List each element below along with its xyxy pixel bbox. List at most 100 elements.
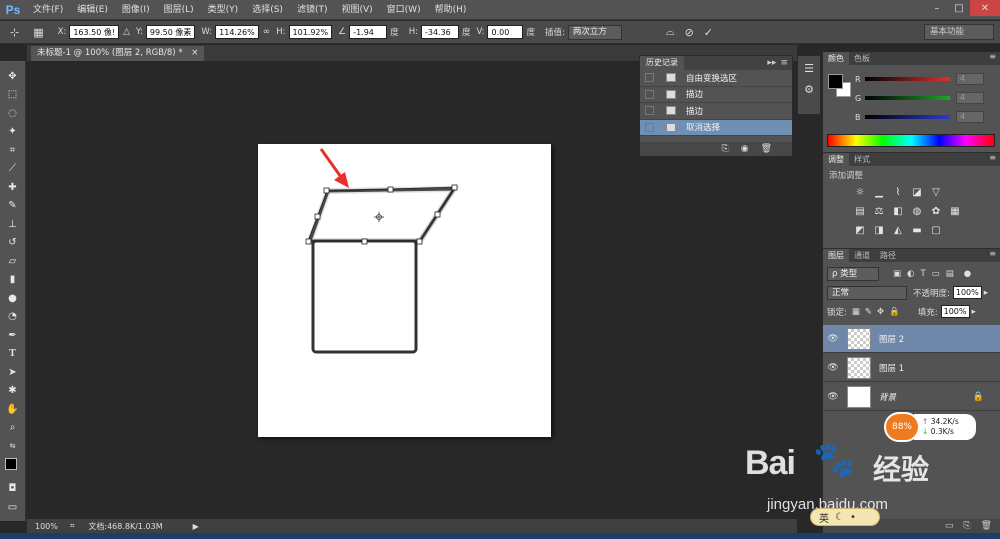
filter-smart-icon[interactable]: ▤ (946, 269, 954, 279)
history-snapshot-checkbox[interactable] (645, 106, 654, 116)
fill-dropdown-icon[interactable]: ▸ (972, 307, 976, 317)
history-snapshot-checkbox[interactable] (645, 89, 654, 99)
layer-name[interactable]: 图层 1 (879, 362, 904, 374)
close-button[interactable]: ✕ (970, 0, 1000, 16)
lock-transparent-icon[interactable]: ▦ (852, 307, 860, 317)
red-track[interactable] (865, 77, 950, 81)
filter-type-icon[interactable]: T (920, 269, 925, 279)
move-tool-icon[interactable]: ✥ (3, 67, 23, 86)
filter-pixel-icon[interactable]: ▣ (893, 269, 901, 279)
blur-tool-icon[interactable]: ● (3, 289, 23, 308)
vskew-input[interactable]: 0.00 (487, 25, 524, 39)
relative-position-icon[interactable]: △ (123, 27, 130, 37)
red-slider[interactable]: R 4 (855, 72, 984, 86)
adjust-panel-menu-icon[interactable]: ≡ (989, 153, 996, 162)
layer-filter-select[interactable]: ρ 类型 (827, 266, 879, 281)
filter-toggle-icon[interactable]: ● (964, 269, 971, 279)
opacity-dropdown-icon[interactable]: ▸ (984, 288, 988, 298)
swap-colors-icon[interactable]: ⇆ (3, 437, 23, 456)
cancel-transform-icon[interactable]: ⊘ (685, 26, 694, 39)
gradient-map-icon[interactable]: ▬ (910, 224, 924, 237)
tab-styles[interactable]: 样式 (849, 153, 875, 166)
layer-row-selected[interactable]: 👁 图层 2 (823, 325, 1000, 353)
visibility-eye-icon[interactable]: 👁 (823, 334, 843, 344)
menu-filter[interactable]: 滤镜(T) (290, 0, 335, 20)
layers-panel-menu-icon[interactable]: ≡ (989, 249, 996, 258)
document-tab-close-icon[interactable]: × (191, 48, 198, 58)
dodge-tool-icon[interactable]: ◔ (3, 308, 23, 327)
document-tab[interactable]: 未标题-1 @ 100% (图层 2, RGB/8) * × (31, 46, 205, 61)
posterize-icon[interactable]: ◨ (872, 224, 886, 237)
zoom-level[interactable]: 100% (35, 522, 58, 531)
ime-indicator[interactable]: 英 ☾ • (810, 508, 880, 526)
menu-type[interactable]: 类型(Y) (201, 0, 246, 20)
menu-file[interactable]: 文件(F) (26, 0, 70, 20)
blue-track[interactable] (865, 115, 950, 119)
brush-tool-icon[interactable]: ✎ (3, 197, 23, 216)
history-item-selected[interactable]: 取消选择 (640, 119, 792, 136)
history-menu-icon[interactable]: ≡ (780, 58, 788, 68)
interpolation-select[interactable]: 两次立方 (567, 24, 622, 40)
layer-row[interactable]: 👁 背景 🔒 (823, 383, 1000, 411)
menu-window[interactable]: 窗口(W) (380, 0, 428, 20)
hue-saturation-icon[interactable]: ▤ (853, 205, 867, 218)
lock-position-icon[interactable]: ✥ (877, 307, 884, 317)
history-item[interactable]: 描边 (640, 103, 792, 120)
threshold-icon[interactable]: ◭ (891, 224, 905, 237)
type-tool-icon[interactable]: T (3, 345, 23, 364)
visibility-eye-icon[interactable]: 👁 (823, 363, 843, 373)
visibility-eye-icon[interactable]: 👁 (823, 392, 843, 402)
tab-swatches[interactable]: 色板 (849, 52, 875, 65)
filter-adjust-icon[interactable]: ◐ (907, 269, 914, 279)
tab-channels[interactable]: 通道 (849, 249, 875, 262)
color-panel-menu-icon[interactable]: ≡ (989, 52, 996, 61)
layer-name[interactable]: 背景 (879, 391, 896, 403)
vibrance-icon[interactable]: ▽ (929, 186, 943, 199)
marquee-tool-icon[interactable]: ⬚ (3, 86, 23, 105)
layer-row[interactable]: 👁 图层 1 (823, 354, 1000, 382)
lock-image-icon[interactable]: ✎ (865, 307, 872, 317)
commit-transform-icon[interactable]: ✓ (704, 26, 713, 39)
hskew-input[interactable]: -34.36 (420, 25, 459, 39)
history-item[interactable]: 自由变换选区 (640, 70, 792, 87)
history-collapse-icon[interactable]: ▸▸ (767, 58, 776, 68)
green-value[interactable]: 4 (956, 92, 984, 104)
green-track[interactable] (865, 96, 950, 100)
blend-mode-select[interactable]: 正常 (827, 285, 907, 300)
warp-mode-icon[interactable]: ⌓ (666, 25, 675, 39)
exposure-icon[interactable]: ◪ (910, 186, 924, 199)
history-snapshot-checkbox[interactable] (645, 73, 654, 83)
h-input[interactable]: 101.92% (288, 25, 333, 39)
screen-mode-icon[interactable]: ▭ (3, 498, 23, 517)
tab-history[interactable]: 历史记录 (640, 56, 684, 70)
history-panel-icon[interactable]: ☰ (804, 62, 814, 75)
color-swatches[interactable] (3, 456, 23, 480)
delete-state-icon[interactable]: 🗑 (761, 144, 772, 154)
history-item[interactable]: 描边 (640, 87, 792, 103)
path-selection-tool-icon[interactable]: ➤ (3, 363, 23, 382)
healing-brush-tool-icon[interactable]: ✚ (3, 178, 23, 197)
black-white-icon[interactable]: ◧ (891, 205, 905, 218)
reference-point-icon[interactable]: ▦ (33, 26, 43, 39)
green-slider[interactable]: G 4 (855, 91, 984, 105)
channel-mixer-icon[interactable]: ✿ (929, 205, 943, 218)
link-icon[interactable]: ∞ (263, 27, 271, 37)
workspace-select[interactable]: 基本功能 (924, 24, 994, 40)
pen-tool-icon[interactable]: ✒ (3, 326, 23, 345)
opacity-input[interactable]: 100% (952, 286, 982, 299)
lock-all-icon[interactable]: 🔒 (889, 307, 900, 317)
delete-layer-icon[interactable]: 🗑 (981, 521, 992, 531)
tab-layers[interactable]: 图层 (823, 249, 849, 262)
color-lookup-icon[interactable]: ▦ (948, 205, 962, 218)
tab-adjustments[interactable]: 调整 (823, 153, 849, 166)
quick-mask-icon[interactable]: ◘ (3, 480, 23, 499)
new-document-from-state-icon[interactable]: ⎘ (722, 144, 729, 154)
crop-tool-icon[interactable]: ⌗ (3, 141, 23, 160)
magic-wand-tool-icon[interactable]: ✦ (3, 123, 23, 142)
foreground-color-swatch[interactable] (4, 457, 17, 470)
w-input[interactable]: 114.26% (215, 25, 259, 39)
menu-image[interactable]: 图像(I) (115, 0, 157, 20)
fg-bg-colors[interactable] (828, 74, 854, 100)
color-balance-icon[interactable]: ⚖ (872, 205, 886, 218)
menu-edit[interactable]: 编辑(E) (70, 0, 115, 20)
